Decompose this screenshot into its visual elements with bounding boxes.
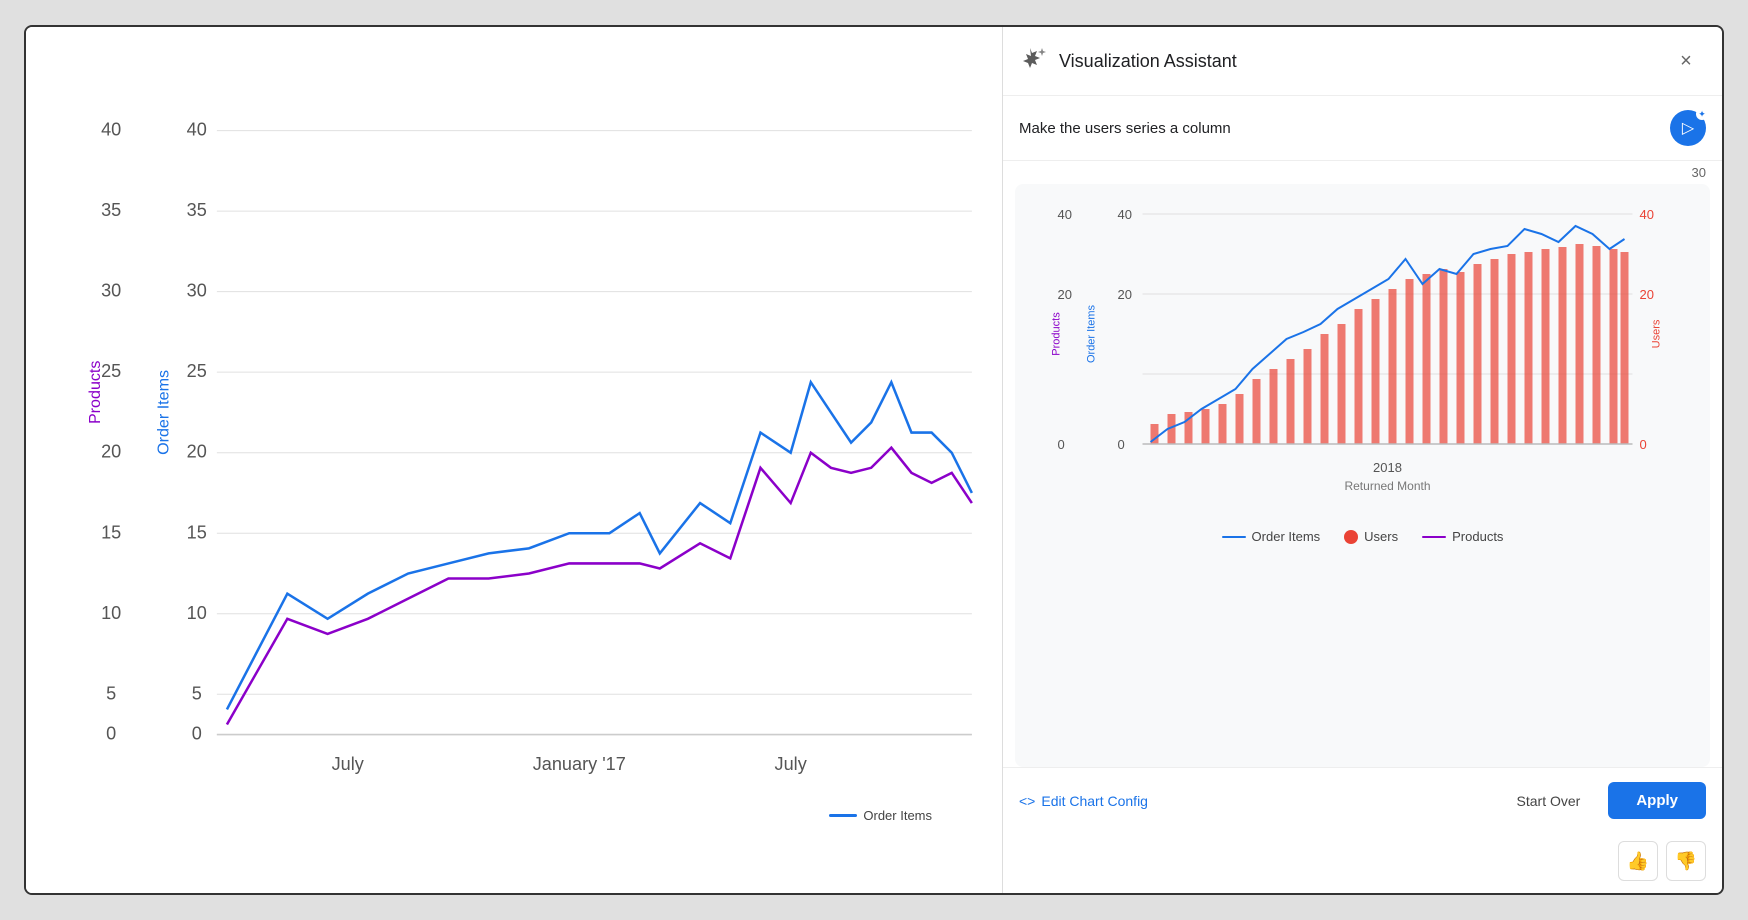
- left-chart-legend: Order Items: [86, 798, 992, 833]
- apply-button[interactable]: Apply: [1608, 782, 1706, 819]
- svg-text:Users: Users: [1651, 319, 1663, 348]
- send-icon: ▷: [1682, 118, 1694, 138]
- svg-text:Products: Products: [1051, 312, 1063, 356]
- svg-text:10: 10: [187, 603, 207, 623]
- svg-text:20: 20: [1118, 287, 1132, 302]
- main-frame: 40 35 30 25 20 15 10 5 0 40 35 30 25 20 …: [24, 25, 1724, 895]
- va-header: Visualization Assistant ×: [1003, 27, 1722, 96]
- preview-legend-order-items: Order Items: [1222, 529, 1321, 544]
- svg-text:Products: Products: [86, 361, 104, 425]
- va-title: Visualization Assistant: [1059, 51, 1658, 72]
- svg-text:Order Items: Order Items: [1086, 304, 1098, 363]
- svg-text:25: 25: [101, 361, 121, 381]
- svg-text:20: 20: [1058, 287, 1072, 302]
- preview-legend-users: Users: [1344, 529, 1398, 544]
- legend-line-order-items: [829, 814, 857, 817]
- close-button[interactable]: ×: [1670, 45, 1702, 77]
- query-input[interactable]: [1019, 120, 1660, 137]
- svg-text:5: 5: [192, 683, 202, 703]
- svg-text:0: 0: [1640, 437, 1647, 452]
- svg-text:July: July: [332, 754, 365, 774]
- svg-text:40: 40: [1058, 207, 1072, 222]
- thumbs-up-button[interactable]: 👍: [1618, 841, 1658, 881]
- preview-legend-dot-users: [1344, 530, 1358, 544]
- svg-text:40: 40: [1118, 207, 1132, 222]
- edit-chart-button[interactable]: <> Edit Chart Config: [1019, 793, 1148, 809]
- va-input-row: ▷ ✦: [1003, 96, 1722, 161]
- svg-text:35: 35: [101, 200, 121, 220]
- svg-text:10: 10: [101, 603, 121, 623]
- svg-text:5: 5: [106, 683, 116, 703]
- legend-order-items: Order Items: [829, 808, 932, 823]
- svg-text:15: 15: [187, 522, 207, 542]
- left-chart-panel: 40 35 30 25 20 15 10 5 0 40 35 30 25 20 …: [26, 27, 1002, 893]
- svg-text:0: 0: [1118, 437, 1125, 452]
- svg-text:20: 20: [187, 442, 207, 462]
- edit-chart-label: Edit Chart Config: [1041, 793, 1148, 809]
- main-chart-area: 40 35 30 25 20 15 10 5 0 40 35 30 25 20 …: [86, 47, 992, 798]
- svg-text:20: 20: [1640, 287, 1654, 302]
- preview-legend-products: Products: [1422, 529, 1503, 544]
- svg-text:40: 40: [1640, 207, 1654, 222]
- code-icon: <>: [1019, 793, 1035, 809]
- svg-text:35: 35: [187, 200, 207, 220]
- svg-text:25: 25: [187, 361, 207, 381]
- svg-text:15: 15: [101, 522, 121, 542]
- svg-text:20: 20: [101, 442, 121, 462]
- character-counter: 30: [1003, 161, 1722, 184]
- svg-text:July: July: [775, 754, 808, 774]
- send-button[interactable]: ▷ ✦: [1670, 110, 1706, 146]
- thumbs-down-button[interactable]: 👎: [1666, 841, 1706, 881]
- svg-text:2018: 2018: [1373, 460, 1402, 475]
- preview-legend-line-order-items: [1222, 536, 1246, 538]
- svg-text:30: 30: [187, 281, 207, 301]
- preview-chart-container: 40 20 0 40 20 0 40 20 0 Products Order I…: [1015, 184, 1710, 767]
- preview-legend-line-products: [1422, 536, 1446, 538]
- svg-text:0: 0: [106, 724, 116, 744]
- preview-chart-legend: Order Items Users Products: [1031, 519, 1694, 554]
- legend-label-order-items: Order Items: [863, 808, 932, 823]
- svg-text:0: 0: [192, 724, 202, 744]
- magic-wand-icon: [1023, 46, 1047, 76]
- svg-text:40: 40: [101, 120, 121, 140]
- feedback-row: 👍 👎: [1003, 833, 1722, 893]
- visualization-assistant-panel: Visualization Assistant × ▷ ✦ 30 40 20: [1002, 27, 1722, 893]
- preview-legend-label-products: Products: [1452, 529, 1503, 544]
- svg-text:Order Items: Order Items: [155, 370, 173, 455]
- svg-text:Returned Month: Returned Month: [1344, 479, 1430, 493]
- spark-icon: ✦: [1696, 108, 1708, 120]
- svg-text:40: 40: [187, 120, 207, 140]
- start-over-button[interactable]: Start Over: [1501, 785, 1597, 817]
- preview-legend-label-users: Users: [1364, 529, 1398, 544]
- svg-text:0: 0: [1058, 437, 1065, 452]
- svg-text:30: 30: [101, 281, 121, 301]
- va-actions-row: <> Edit Chart Config Start Over Apply: [1003, 767, 1722, 833]
- preview-legend-label-order-items: Order Items: [1252, 529, 1321, 544]
- svg-text:January '17: January '17: [533, 754, 626, 774]
